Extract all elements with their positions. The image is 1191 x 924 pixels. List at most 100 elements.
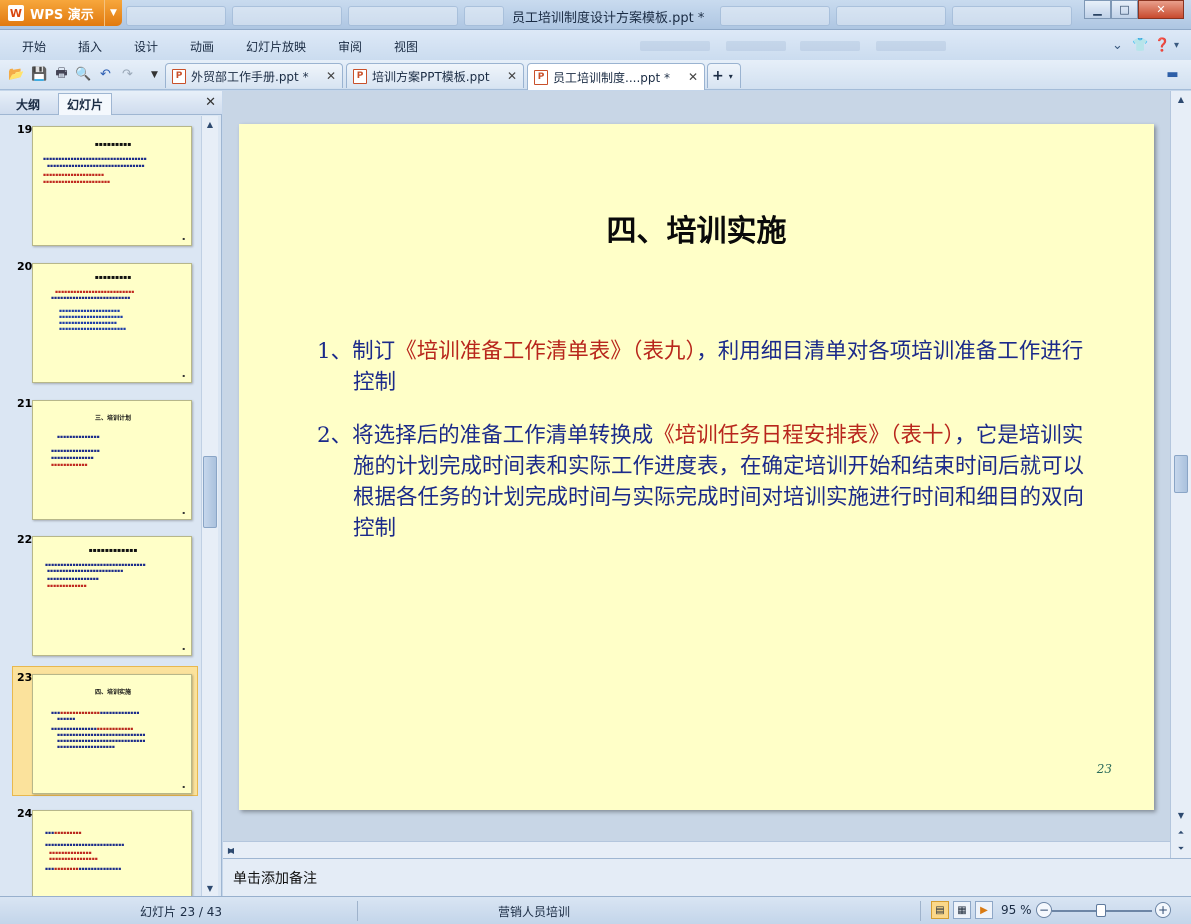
close-tab-icon[interactable]: ✕	[688, 70, 698, 84]
background-window-tab[interactable]	[720, 6, 830, 26]
bullet-prefix: 1、制订	[317, 339, 396, 364]
slide-counter: 幻灯片 23 / 43	[140, 905, 223, 919]
scrollbar-thumb[interactable]	[203, 456, 217, 528]
doc-tab-employee-training[interactable]: P 员工培训制度....ppt * ✕	[527, 63, 705, 90]
close-button[interactable]: ✕	[1138, 0, 1184, 19]
print-preview-icon[interactable]: 🔍	[75, 66, 92, 83]
slide-thumbnail[interactable]: 22 ▪▪▪▪▪▪▪▪▪▪▪▪ ▪▪▪▪▪▪▪▪▪▪▪▪▪▪▪▪▪▪▪▪▪▪▪▪…	[0, 529, 200, 659]
collapse-ribbon-icon[interactable]: ⌄	[1112, 38, 1123, 53]
scroll-up-icon[interactable]: ▲	[202, 116, 218, 132]
next-slide-icon[interactable]: ⏷	[1173, 841, 1189, 857]
scroll-down-icon[interactable]: ▼	[1173, 807, 1189, 823]
scrollbar-thumb[interactable]	[1174, 455, 1188, 493]
slide-title[interactable]: 四、培训实施	[239, 206, 1154, 250]
slide-number-label: 23	[1096, 762, 1112, 776]
status-bar: 幻灯片 23 / 43 营销人员培训 ▤ ▦ ▶ 95 % − +	[0, 896, 1191, 924]
mini-text-line: ▪▪▪▪▪▪▪▪▪▪▪▪▪▪▪▪▪▪▪▪▪▪▪▪▪	[47, 569, 124, 574]
slide-number: 22	[17, 533, 33, 546]
thumbnail-scrollbar[interactable]: ▲ ▼	[201, 116, 218, 896]
bullet-prefix: 2、将选择后的准备工作清单转换成	[317, 423, 654, 448]
normal-view-icon[interactable]: ▤	[931, 901, 949, 919]
doc-tab-foreign-trade[interactable]: P 外贸部工作手册.ppt * ✕	[165, 63, 343, 88]
menu-bar: 开始 插入 设计 动画 幻灯片放映 审阅 视图 ⌄ 👕 ❓ ▾	[0, 30, 1191, 60]
menu-view[interactable]: 视图	[394, 38, 418, 55]
customize-toolbar-icon[interactable]: ▼	[146, 66, 163, 83]
menu-insert[interactable]: 插入	[78, 38, 102, 55]
scroll-right-icon[interactable]: ▶	[223, 842, 239, 858]
background-window-tab[interactable]	[836, 6, 946, 26]
menu-animation[interactable]: 动画	[190, 38, 214, 55]
mini-slide-number: ▪	[182, 646, 185, 651]
mini-title: ▪▪▪▪▪▪▪▪▪	[94, 141, 132, 148]
menu-design[interactable]: 设计	[134, 38, 158, 55]
current-slide[interactable]: 四、培训实施 1、制订《培训准备工作清单表》（表九），利用细目清单对各项培训准备…	[239, 124, 1154, 810]
mini-title: ▪▪▪▪▪▪▪▪▪▪▪▪	[88, 547, 138, 554]
scroll-down-icon[interactable]: ▼	[202, 880, 218, 896]
window-layout-icon[interactable]: ▬	[1164, 66, 1181, 83]
chevron-down-icon[interactable]: ▾	[1174, 40, 1179, 51]
background-window-tab[interactable]	[232, 6, 342, 26]
background-window-tab[interactable]	[952, 6, 1072, 26]
wps-menu-button[interactable]: W WPS 演示 ▼	[0, 0, 122, 26]
mini-text-line: ▪▪▪▪▪▪▪▪▪▪▪▪▪▪▪▪▪▪▪▪	[43, 173, 104, 178]
slide-preview: ▪▪▪▪▪▪▪▪▪ ▪▪▪▪▪▪▪▪▪▪▪▪▪▪▪▪▪▪▪▪▪▪▪▪▪▪ ▪▪▪…	[32, 263, 192, 383]
previous-slide-icon[interactable]: ⏶	[1173, 825, 1189, 841]
slide-thumbnail[interactable]: 20 ▪▪▪▪▪▪▪▪▪ ▪▪▪▪▪▪▪▪▪▪▪▪▪▪▪▪▪▪▪▪▪▪▪▪▪▪ …	[0, 256, 200, 386]
redo-icon[interactable]: ↷	[119, 66, 136, 83]
slide-thumbnail[interactable]: 21 三、培训计划 ▪▪▪▪▪▪▪▪▪▪▪▪▪▪ ▪▪▪▪▪▪▪▪▪▪▪▪▪▪▪…	[0, 393, 200, 523]
skin-icon[interactable]: 👕	[1132, 38, 1148, 53]
chevron-down-icon: ▾	[728, 71, 733, 81]
mini-slide-number: ▪	[182, 510, 185, 515]
slide-number: 20	[17, 260, 33, 273]
mini-slide-number: ▪	[182, 236, 185, 241]
menu-slideshow[interactable]: 幻灯片放映	[246, 38, 306, 55]
slideshow-icon[interactable]: ▶	[975, 901, 993, 919]
undo-icon[interactable]: ↶	[97, 66, 114, 83]
background-window-tab[interactable]	[464, 6, 504, 26]
save-icon[interactable]: 💾	[31, 66, 48, 83]
slide-thumbnail[interactable]: 19 ▪▪▪▪▪▪▪▪▪ ▪▪▪▪▪▪▪▪▪▪▪▪▪▪▪▪▪▪▪▪▪▪▪▪▪▪▪…	[0, 119, 200, 249]
editor-horizontal-scrollbar[interactable]: ◀ ▶	[223, 841, 1170, 858]
slide-number: 24	[17, 807, 33, 820]
notes-pane[interactable]: 单击添加备注	[223, 858, 1191, 896]
slide-number: 21	[17, 397, 33, 410]
zoom-out-icon[interactable]: −	[1036, 902, 1052, 918]
bullet-highlight: 《培训任务日程安排表》（表十）	[653, 423, 955, 448]
doc-tab-label: 外贸部工作手册.ppt *	[191, 69, 309, 84]
editor-vertical-scrollbar[interactable]: ▲ ▼ ⏶ ⏷	[1170, 91, 1191, 858]
slide-navigation-panel: 大纲 幻灯片 ✕ 19 ▪▪▪▪▪▪▪▪▪ ▪▪▪▪▪▪▪▪▪▪▪▪▪▪▪▪▪▪…	[0, 91, 222, 896]
menu-home[interactable]: 开始	[22, 38, 46, 55]
slide-number: 19	[17, 123, 33, 136]
close-panel-icon[interactable]: ✕	[205, 95, 216, 110]
mini-title: ▪▪▪▪▪▪▪▪▪	[94, 274, 132, 281]
minimize-button[interactable]: ▁	[1084, 0, 1111, 19]
status-divider	[357, 901, 358, 921]
tab-outline[interactable]: 大纲	[8, 93, 48, 115]
zoom-slider-handle[interactable]	[1096, 904, 1106, 917]
plus-icon: +	[712, 68, 724, 84]
open-folder-icon[interactable]: 📂	[8, 66, 25, 83]
slide-sorter-icon[interactable]: ▦	[953, 901, 971, 919]
new-tab-button[interactable]: + ▾	[707, 63, 741, 88]
scroll-up-icon[interactable]: ▲	[1173, 91, 1189, 107]
slide-thumbnail[interactable]: 24 ▪▪▪▪▪▪▪▪▪▪▪▪ ▪▪▪▪▪▪▪▪▪▪▪▪▪▪▪▪▪▪▪▪▪▪▪▪…	[0, 803, 200, 896]
doc-tab-training-plan[interactable]: P 培训方案PPT模板.ppt ✕	[346, 63, 524, 88]
mini-slide-number: ▪	[182, 784, 185, 789]
zoom-in-icon[interactable]: +	[1155, 902, 1171, 918]
mini-text-line: ▪▪▪▪▪▪▪▪▪▪▪▪▪▪▪▪▪▪▪	[57, 745, 115, 750]
slide-editor: 四、培训实施 1、制订《培训准备工作清单表》（表九），利用细目清单对各项培训准备…	[223, 91, 1170, 841]
background-window-tab[interactable]	[126, 6, 226, 26]
close-tab-icon[interactable]: ✕	[326, 69, 336, 83]
slide-body[interactable]: 1、制订《培训准备工作清单表》（表九），利用细目清单对各项培训准备工作进行控制 …	[317, 336, 1097, 566]
help-icon[interactable]: ❓	[1154, 38, 1170, 53]
bullet-highlight: 《培训准备工作清单表》（表九）	[395, 339, 697, 364]
print-icon[interactable]: 🖶	[53, 66, 70, 83]
maximize-button[interactable]: □	[1111, 0, 1138, 19]
background-window-tab[interactable]	[348, 6, 458, 26]
chevron-down-icon[interactable]: ▼	[104, 0, 122, 26]
tab-slides[interactable]: 幻灯片	[58, 93, 113, 115]
close-tab-icon[interactable]: ✕	[507, 69, 517, 83]
slide-thumbnail-selected[interactable]: 23 四、培训实施 ▪▪▪▪▪▪▪▪▪▪▪▪▪▪▪▪▪▪▪▪▪▪▪▪▪▪▪▪▪ …	[12, 666, 198, 796]
mini-text-line: ▪▪▪▪▪▪▪▪▪▪▪▪▪▪▪▪▪▪▪▪▪▪▪▪▪▪	[45, 843, 125, 848]
menu-review[interactable]: 审阅	[338, 38, 362, 55]
